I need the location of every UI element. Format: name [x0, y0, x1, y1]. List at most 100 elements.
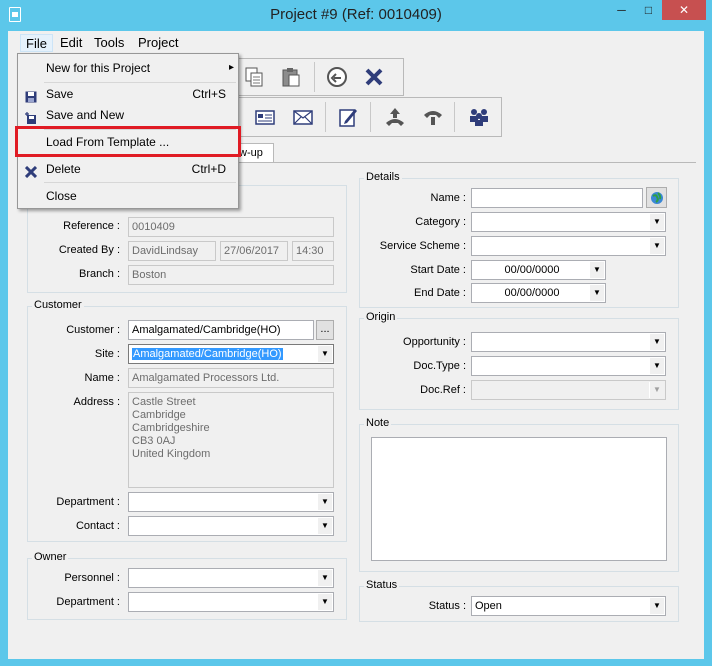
site-combo-value: Amalgamated/Cambridge(HO)	[132, 348, 283, 360]
category-dropdown-icon[interactable]: ▼	[649, 214, 664, 230]
menu-item-label: New for this Project	[46, 61, 151, 75]
highlight-box	[15, 126, 241, 157]
details-name-label: Name :	[430, 192, 466, 204]
note-textarea[interactable]	[371, 437, 667, 561]
start-date-dropdown-icon[interactable]: ▼	[589, 262, 604, 278]
save-new-icon	[25, 109, 37, 124]
menu-item-save[interactable]: Save Ctrl+S	[18, 83, 238, 105]
origin-group-title: Origin	[364, 311, 398, 323]
menu-bar: File Edit Tools Project	[8, 31, 704, 53]
menu-item-close[interactable]: Close	[18, 185, 238, 207]
window-title: Project #9 (Ref: 0010409)	[270, 6, 442, 23]
service-scheme-combo[interactable]: ▼	[471, 236, 666, 256]
personnel-label: Personnel :	[64, 572, 120, 584]
menu-project[interactable]: Project	[132, 34, 184, 52]
owner-group-title: Owner	[32, 551, 69, 563]
menu-item-label: Close	[46, 189, 77, 203]
personnel-dropdown-icon[interactable]: ▼	[317, 570, 332, 586]
toolbar-separator	[314, 62, 315, 92]
start-date-value: 00/00/0000	[504, 264, 560, 276]
note-group-title: Note	[364, 417, 392, 429]
status-combo[interactable]: Open ▼	[471, 596, 666, 616]
reference-field: 0010409	[128, 217, 334, 237]
category-combo[interactable]: ▼	[471, 212, 666, 232]
menu-item-label: Delete	[46, 162, 81, 176]
menu-item-new-for-project[interactable]: New for this Project ▸	[18, 57, 238, 79]
start-date-label: Start Date :	[410, 264, 466, 276]
address-field: Castle Street Cambridge Cambridgeshire C…	[128, 392, 334, 488]
owner-department-dropdown-icon[interactable]: ▼	[317, 594, 332, 610]
details-group-title: Details	[364, 171, 402, 183]
customer-browse-button[interactable]: ...	[316, 320, 334, 340]
department-label: Department :	[56, 496, 120, 508]
department-combo[interactable]: ▼	[128, 492, 334, 512]
personnel-combo[interactable]: ▼	[128, 568, 334, 588]
envelope-icon[interactable]	[288, 102, 318, 132]
address-line: Cambridgeshire	[132, 422, 210, 434]
doc-type-combo[interactable]: ▼	[471, 356, 666, 376]
copy-icon[interactable]	[239, 62, 269, 92]
address-line: CB3 0AJ	[132, 435, 176, 447]
menu-tools[interactable]: Tools	[88, 34, 130, 52]
opportunity-dropdown-icon[interactable]: ▼	[649, 334, 664, 350]
edit-note-icon[interactable]	[333, 102, 363, 132]
service-scheme-dropdown-icon[interactable]: ▼	[649, 238, 664, 254]
status-label: Status :	[428, 600, 466, 612]
doc-ref-label: Doc.Ref :	[420, 384, 466, 396]
menu-shortcut: Ctrl+D	[191, 162, 226, 176]
end-date-value: 00/00/0000	[504, 287, 560, 299]
start-date-field[interactable]: 00/00/0000 ▼	[471, 260, 606, 280]
site-dropdown-icon[interactable]: ▼	[317, 346, 332, 362]
menu-item-label: Save and New	[46, 108, 125, 122]
address-label: Address :	[73, 396, 120, 408]
owner-department-label: Department :	[56, 596, 120, 608]
address-line: Castle Street	[132, 396, 196, 408]
maximize-button[interactable]: □	[635, 0, 662, 20]
details-name-field[interactable]	[471, 188, 643, 208]
contact-dropdown-icon[interactable]: ▼	[317, 518, 332, 534]
created-by-field: DavidLindsay	[128, 241, 216, 261]
owner-department-combo[interactable]: ▼	[128, 592, 334, 612]
status-group-title: Status	[364, 579, 400, 591]
doc-type-label: Doc.Type :	[413, 360, 466, 372]
status-dropdown-icon[interactable]: ▼	[649, 598, 664, 614]
end-date-field[interactable]: 00/00/0000 ▼	[471, 283, 606, 303]
close-window-button[interactable]: ✕	[662, 0, 706, 20]
submenu-arrow-icon: ▸	[228, 62, 234, 73]
opportunity-combo[interactable]: ▼	[471, 332, 666, 352]
minimize-button[interactable]: ─	[608, 0, 635, 20]
toolbar-separator	[454, 102, 455, 132]
toolbar-separator	[370, 102, 371, 132]
site-label: Site :	[94, 348, 120, 360]
created-date-field: 27/06/2017	[220, 241, 288, 261]
doc-ref-combo: ▼	[471, 380, 666, 400]
opportunity-label: Opportunity :	[403, 336, 466, 348]
phone-hangup-icon[interactable]	[418, 102, 448, 132]
site-combo[interactable]: Amalgamated/Cambridge(HO) ▼	[128, 344, 334, 364]
customer-field[interactable]: Amalgamated/Cambridge(HO)	[128, 320, 314, 340]
branch-label: Branch :	[79, 268, 120, 280]
card-icon[interactable]	[250, 102, 280, 132]
toolbar-separator	[325, 102, 326, 132]
contact-combo[interactable]: ▼	[128, 516, 334, 536]
delete-x-icon	[24, 163, 38, 179]
end-date-label: End Date :	[414, 287, 466, 299]
phone-outgoing-icon[interactable]	[380, 102, 410, 132]
end-date-dropdown-icon[interactable]: ▼	[589, 285, 604, 301]
customer-label: Customer :	[66, 324, 120, 336]
customer-name-label: Name :	[84, 372, 120, 384]
status-value: Open	[475, 600, 502, 612]
delete-x-icon[interactable]	[359, 62, 389, 92]
team-icon[interactable]	[464, 102, 494, 132]
menu-item-delete[interactable]: Delete Ctrl+D	[18, 158, 238, 180]
globe-lookup-icon[interactable]	[646, 187, 667, 208]
menu-edit[interactable]: Edit	[54, 34, 88, 52]
undo-icon[interactable]	[322, 62, 352, 92]
menu-item-save-and-new[interactable]: Save and New	[18, 104, 238, 126]
menu-shortcut: Ctrl+S	[192, 87, 226, 101]
menu-file[interactable]: File	[20, 34, 53, 52]
customer-group-title: Customer	[32, 299, 84, 311]
department-dropdown-icon[interactable]: ▼	[317, 494, 332, 510]
doc-type-dropdown-icon[interactable]: ▼	[649, 358, 664, 374]
paste-icon[interactable]	[276, 62, 306, 92]
